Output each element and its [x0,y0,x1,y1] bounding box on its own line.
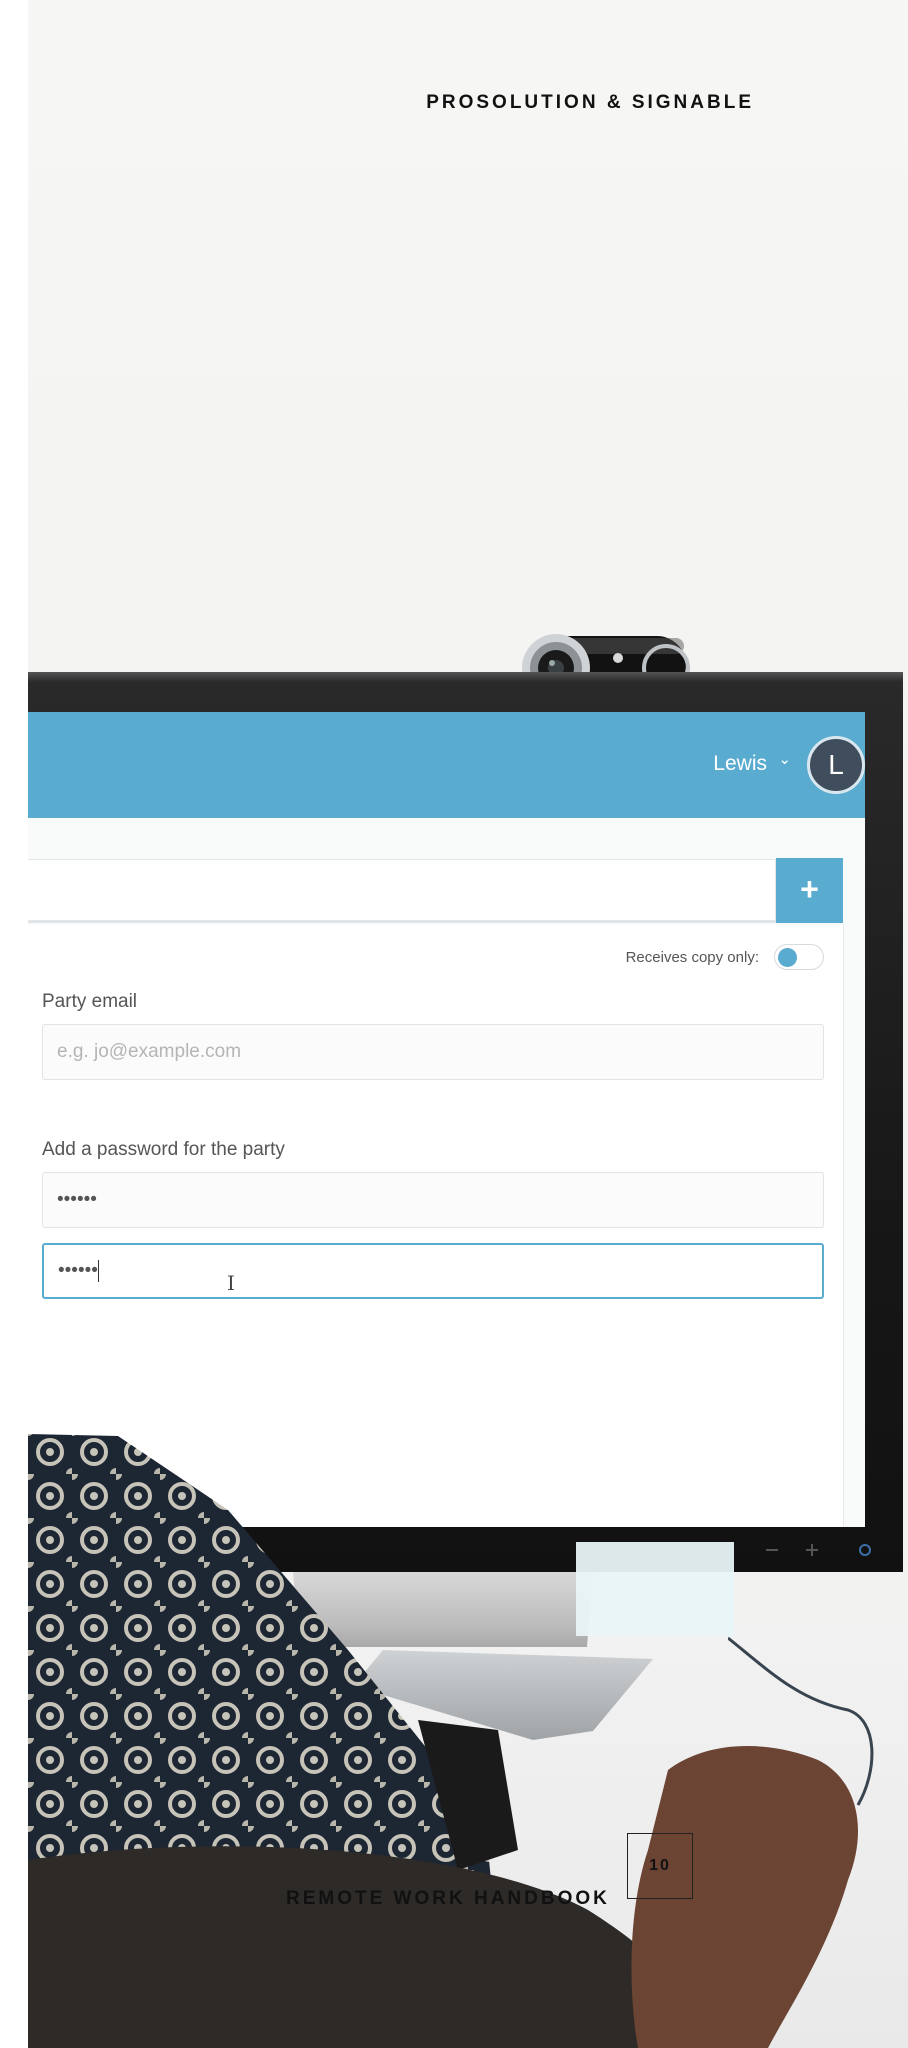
toggle-knob [778,948,797,967]
avatar[interactable]: L [807,736,865,794]
footer-title: REMOTE WORK HANDBOOK [286,1888,610,1909]
password-input[interactable]: •••••• [42,1172,824,1228]
party-email-label: Party email [42,991,138,1012]
monitor-screen: Lewis ⌄ L + Receives copy only: Party em… [28,712,865,1527]
password-label: Add a password for the party [42,1139,285,1160]
page: PROSOLUTION & SIGNABLE Lewis ⌄ L + Recei… [28,0,908,2048]
monitor-bezel-edge [28,672,903,682]
party-email-input[interactable]: e.g. jo@example.com [42,1024,824,1080]
page-number: 10 [627,1833,693,1899]
receives-copy-toggle[interactable] [774,944,824,970]
password-confirm-value: •••••• [58,1260,98,1281]
password-confirm-input[interactable]: •••••• I [42,1243,824,1299]
app-topbar: Lewis ⌄ L [28,712,865,818]
party-name-bar[interactable] [28,859,776,923]
text-caret [97,1259,99,1282]
brand-header: PROSOLUTION & SIGNABLE [426,92,754,113]
receives-copy-label: Receives copy only: [625,949,759,966]
chevron-down-icon[interactable]: ⌄ [778,750,791,768]
add-party-button[interactable]: + [776,858,843,923]
person-silhouette [28,1434,858,2048]
user-menu-name[interactable]: Lewis [713,752,767,776]
ibeam-cursor-icon: I [227,1271,235,1295]
